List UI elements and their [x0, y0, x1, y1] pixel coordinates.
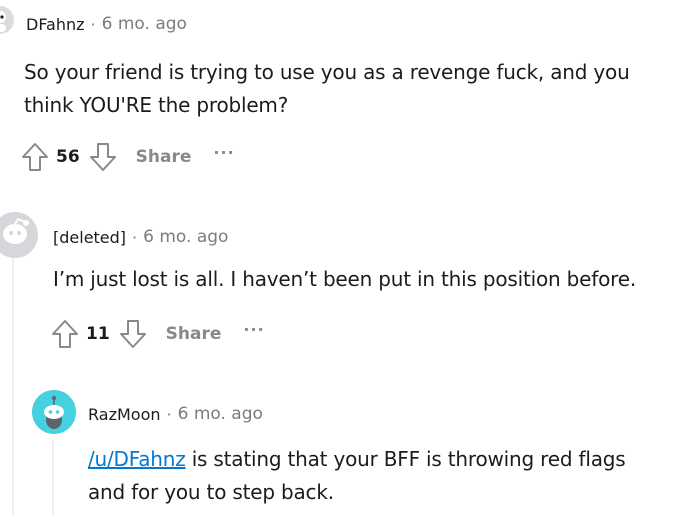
avatar[interactable]	[0, 6, 14, 34]
thread-line[interactable]	[52, 440, 54, 516]
downvote-icon[interactable]	[88, 141, 118, 173]
comment-actions: 11 Share ···	[50, 316, 265, 352]
username: [deleted]	[53, 227, 127, 247]
timestamp[interactable]: 6 mo. ago	[143, 227, 228, 247]
comment-body-line: /u/DFahnz is stating that your BFF is th…	[88, 443, 693, 476]
comment-actions: 56 Share ···	[20, 139, 235, 175]
upvote-icon[interactable]	[50, 318, 80, 350]
comment-body-line: So your friend is trying to use you as a…	[24, 60, 630, 84]
user-mention-link[interactable]: /u/DFahnz	[88, 447, 186, 471]
deleted-user-avatar-icon	[0, 212, 38, 258]
comment-meta: [deleted] · 6 mo. ago	[53, 225, 228, 249]
separator-dot: ·	[132, 227, 138, 247]
snoo-avatar-icon	[32, 390, 76, 434]
username[interactable]: DFahnz	[26, 15, 85, 34]
upvote-icon[interactable]	[20, 141, 50, 173]
comment-body-line: think YOU'RE the problem?	[24, 93, 289, 117]
comment-body-line: I’m just lost is all. I haven’t been put…	[53, 267, 636, 291]
separator-dot: ·	[166, 404, 172, 424]
avatar[interactable]	[32, 390, 76, 434]
separator-dot: ·	[90, 14, 96, 34]
comment-body: /u/DFahnz is stating that your BFF is th…	[88, 443, 693, 509]
comment-body: So your friend is trying to use you as a…	[24, 56, 694, 122]
comment-meta: RazMoon · 6 mo. ago	[88, 402, 263, 426]
more-options-button[interactable]: ···	[243, 320, 264, 339]
timestamp[interactable]: 6 mo. ago	[178, 404, 263, 424]
downvote-icon[interactable]	[118, 318, 148, 350]
avatar	[0, 212, 38, 258]
comment-body-text: is stating that your BFF is throwing red…	[185, 447, 626, 471]
more-options-button[interactable]: ···	[213, 143, 234, 162]
thread-line[interactable]	[12, 254, 14, 516]
timestamp[interactable]: 6 mo. ago	[102, 14, 187, 34]
username[interactable]: RazMoon	[88, 405, 161, 424]
user-avatar-partial-icon	[0, 6, 14, 34]
vote-count: 11	[86, 324, 110, 344]
comment-meta: DFahnz · 6 mo. ago	[26, 12, 187, 36]
share-button[interactable]: Share	[136, 147, 192, 167]
share-button[interactable]: Share	[166, 324, 222, 344]
comment-body: I’m just lost is all. I haven’t been put…	[53, 263, 693, 296]
comment-body-line: and for you to step back.	[88, 480, 334, 504]
vote-count: 56	[56, 147, 80, 167]
